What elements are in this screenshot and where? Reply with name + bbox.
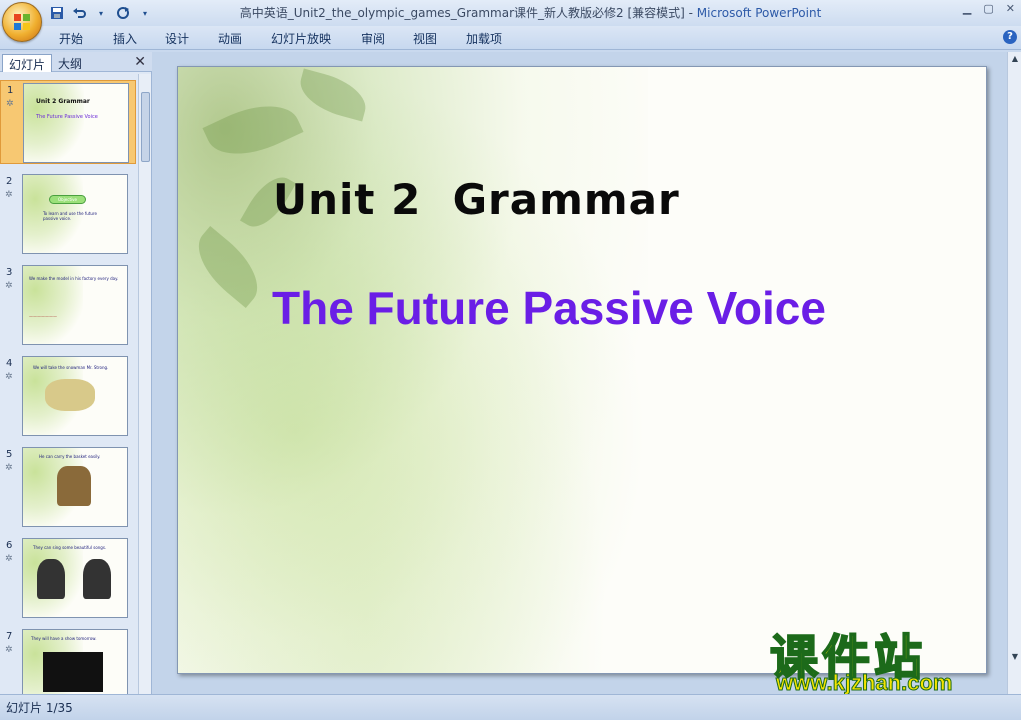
tab-review[interactable]: 审阅 <box>361 30 385 47</box>
thumb-picture <box>83 559 111 599</box>
transition-icon: ✲ <box>5 463 13 473</box>
undo-icon[interactable] <box>70 4 88 22</box>
office-logo-icon <box>14 14 30 30</box>
office-button[interactable] <box>2 2 42 42</box>
panel-tabs: 幻灯片 大纲 ✕ <box>0 52 152 72</box>
slide-preview: He can carry the basket easily. <box>22 447 128 527</box>
transition-icon: ✲ <box>6 99 14 109</box>
thumb-subtitle: They can sing some beautiful songs. <box>33 545 107 550</box>
tab-addins[interactable]: 加载项 <box>466 30 502 47</box>
thumb-title: Objective <box>49 195 86 204</box>
slide-thumbnail[interactable]: 7 ✲ They will have a show tomorrow. <box>0 627 136 694</box>
redo-icon[interactable] <box>114 4 132 22</box>
current-slide[interactable]: Unit 2 Grammar The Future Passive Voice <box>177 66 987 674</box>
save-icon[interactable] <box>48 4 66 22</box>
thumb-subtitle: He can carry the basket easily. <box>39 454 101 459</box>
thumb-text: ——————— <box>29 314 57 319</box>
slide-number: 1 <box>7 85 14 96</box>
slide-number: 6 <box>6 540 13 551</box>
slide-number: 2 <box>6 176 13 187</box>
slide-scrollbar[interactable]: ▲ ▼ <box>1007 52 1021 694</box>
slide-preview: Unit 2 Grammar The Future Passive Voice <box>23 83 129 163</box>
undo-dropdown-icon[interactable]: ▾ <box>92 4 110 22</box>
slide-preview: We will take the snowman Mr. Strong. <box>22 356 128 436</box>
thumb-subtitle: They will have a show tomorrow. <box>31 636 97 641</box>
slide-number: 5 <box>6 449 13 460</box>
transition-icon: ✲ <box>5 281 13 291</box>
thumb-subtitle: The Future Passive Voice <box>36 114 98 120</box>
window-controls: ▁ ▢ ✕ <box>963 2 1015 15</box>
tab-view[interactable]: 视图 <box>413 30 437 47</box>
slide-number: 7 <box>6 631 13 642</box>
scrollbar-thumb[interactable] <box>141 92 150 162</box>
slide-preview: They will have a show tomorrow. <box>22 629 128 694</box>
watermark: 课件站 www.kjzhan.com <box>769 618 1010 696</box>
slide-subtitle[interactable]: The Future Passive Voice <box>272 281 826 335</box>
window-title: 高中英语_Unit2_the_olympic_games_Grammar课件_新… <box>150 4 911 21</box>
tab-slides[interactable]: 幻灯片 <box>2 54 53 72</box>
transition-icon: ✲ <box>5 190 13 200</box>
thumb-title: Unit 2 Grammar <box>36 98 90 105</box>
transition-icon: ✲ <box>5 554 13 564</box>
tab-insert[interactable]: 插入 <box>113 30 137 47</box>
slide-preview: We make the model in his factory every d… <box>22 265 128 345</box>
tab-design[interactable]: 设计 <box>165 30 189 47</box>
quick-access-toolbar: ▾ ▾ <box>48 3 154 23</box>
tab-slideshow[interactable]: 幻灯片放映 <box>271 30 331 47</box>
slide-counter: 幻灯片 1/35 <box>6 701 73 715</box>
leaf-background <box>178 67 648 673</box>
slide-number: 4 <box>6 358 13 369</box>
slides-panel: 幻灯片 大纲 ✕ 1 ✲ Unit 2 Grammar The Future P… <box>0 52 152 694</box>
tab-outline[interactable]: 大纲 <box>52 54 88 72</box>
thumb-picture <box>45 379 95 411</box>
scroll-up-icon[interactable]: ▲ <box>1009 54 1021 66</box>
tab-animations[interactable]: 动画 <box>218 30 242 47</box>
transition-icon: ✲ <box>5 372 13 382</box>
minimize-icon[interactable]: ▁ <box>963 2 971 15</box>
thumb-subtitle: We make the model in his factory every d… <box>29 276 119 281</box>
slide-number: 3 <box>6 267 13 278</box>
document-title: 高中英语_Unit2_the_olympic_games_Grammar课件_新… <box>239 6 697 20</box>
app-name: Microsoft PowerPoint <box>696 6 822 20</box>
help-icon[interactable]: ? <box>1003 30 1017 44</box>
slide-thumbnail[interactable]: 3 ✲ We make the model in his factory eve… <box>0 263 136 347</box>
maximize-icon[interactable]: ▢ <box>983 2 993 15</box>
thumb-picture <box>37 559 65 599</box>
transition-icon: ✲ <box>5 645 13 655</box>
slide-preview: Objective To learn and use the future pa… <box>22 174 128 254</box>
slide-preview: They can sing some beautiful songs. <box>22 538 128 618</box>
close-panel-icon[interactable]: ✕ <box>134 54 146 70</box>
slide-thumbnail[interactable]: 2 ✲ Objective To learn and use the futur… <box>0 172 136 256</box>
watermark-url: www.kjzhan.com <box>775 670 953 696</box>
thumb-picture <box>43 652 103 692</box>
close-window-icon[interactable]: ✕ <box>1006 2 1015 15</box>
slide-thumbnail[interactable]: 5 ✲ He can carry the basket easily. <box>0 445 136 529</box>
slide-thumbnail[interactable]: 4 ✲ We will take the snowman Mr. Strong. <box>0 354 136 438</box>
thumb-subtitle: We will take the snowman Mr. Strong. <box>33 365 109 370</box>
ribbon-tabs: 开始 插入 设计 动画 幻灯片放映 审阅 视图 加载项 ? <box>0 26 1021 50</box>
tab-home[interactable]: 开始 <box>59 30 83 47</box>
slide-thumbnail[interactable]: 1 ✲ Unit 2 Grammar The Future Passive Vo… <box>0 80 136 164</box>
slide-title[interactable]: Unit 2 Grammar <box>273 175 680 224</box>
scroll-down-icon[interactable]: ▼ <box>1009 652 1021 664</box>
status-bar: 幻灯片 1/35 <box>0 694 1021 720</box>
thumbnail-list: 1 ✲ Unit 2 Grammar The Future Passive Vo… <box>0 74 136 694</box>
title-bar: ▾ ▾ 高中英语_Unit2_the_olympic_games_Grammar… <box>0 0 1021 26</box>
slide-thumbnail[interactable]: 6 ✲ They can sing some beautiful songs. <box>0 536 136 620</box>
slide-editing-area: Unit 2 Grammar The Future Passive Voice <box>152 52 1007 694</box>
thumb-picture <box>57 466 91 506</box>
thumb-subtitle: To learn and use the future passive voic… <box>43 211 97 221</box>
thumbnail-scrollbar[interactable] <box>138 74 151 694</box>
